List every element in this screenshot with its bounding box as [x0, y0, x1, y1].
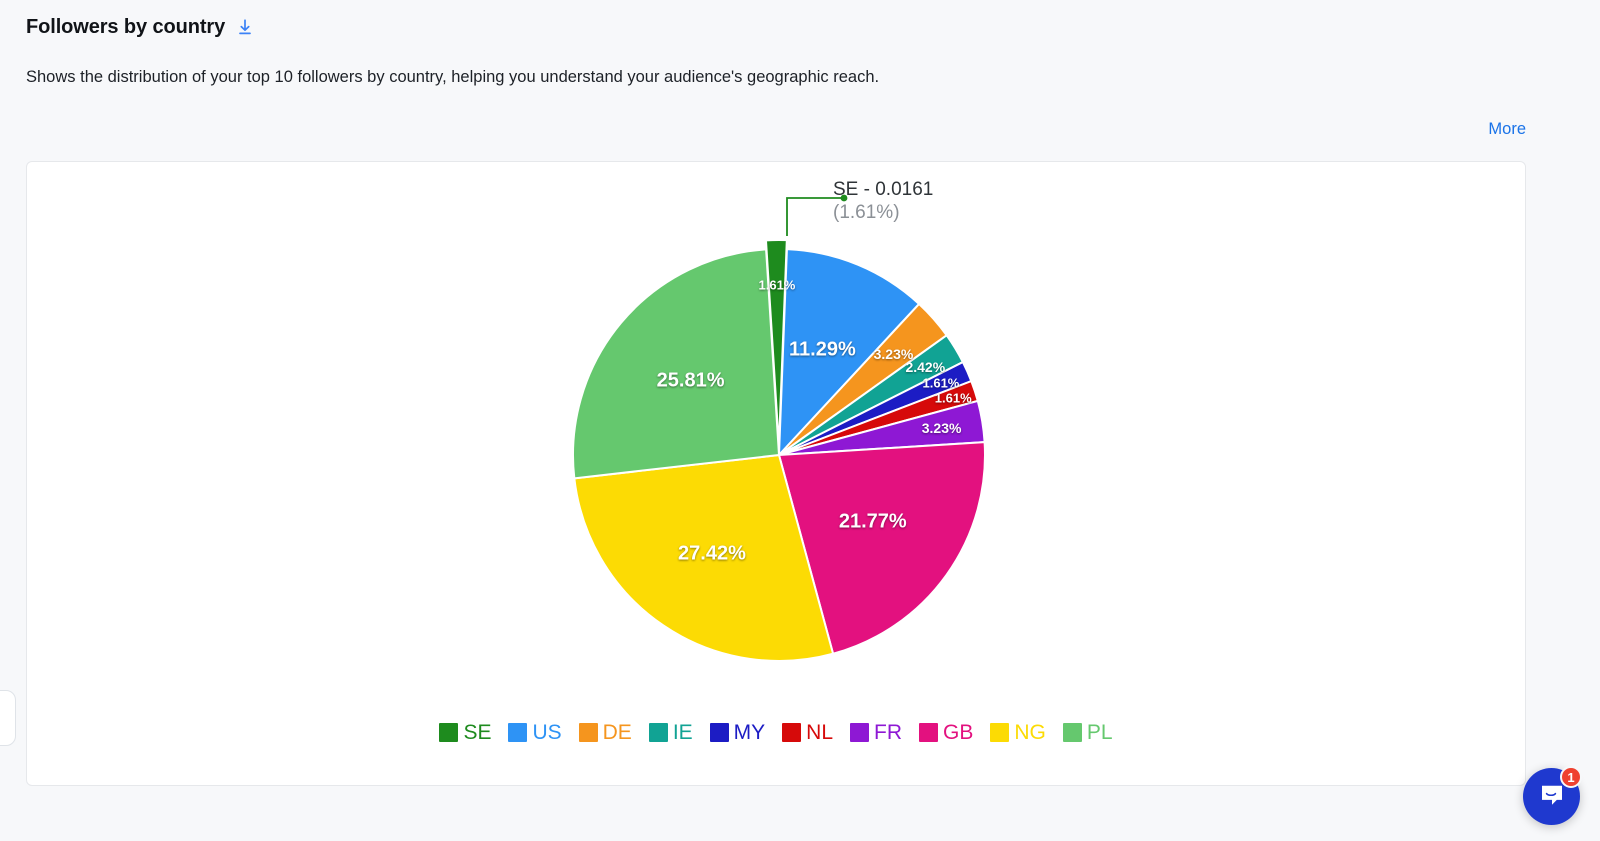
legend-swatch-fr: [850, 723, 870, 742]
legend-swatch-ng: [990, 723, 1010, 742]
legend-label-my: MY: [733, 721, 766, 744]
more-link[interactable]: More: [1488, 120, 1526, 139]
legend-swatch-se: [439, 723, 459, 742]
legend-label-ie: IE: [672, 721, 693, 744]
legend-label-pl: PL: [1086, 721, 1113, 744]
legend-item-de[interactable]: DE: [578, 721, 632, 744]
legend-label-fr: FR: [874, 721, 903, 744]
legend-item-pl[interactable]: PL: [1062, 721, 1113, 744]
legend-label-se: SE: [463, 721, 492, 744]
legend-item-my[interactable]: MY: [709, 721, 766, 744]
analytics-page: Followers by country Shows the distribut…: [0, 0, 1600, 841]
legend-item-ie[interactable]: IE: [648, 721, 693, 744]
legend-label-de: DE: [602, 721, 632, 744]
legend-swatch-nl: [782, 723, 802, 742]
chart-legend[interactable]: SE US DE IE MY NL FR GB NG PL: [27, 722, 1525, 743]
legend-swatch-ie: [648, 723, 668, 742]
pie-slices: [572, 239, 986, 662]
legend-label-us: US: [532, 721, 562, 744]
chart-card: SE - 0.0161 (1.61%) 1.61% 11.29% 3.23% 2.42…: [26, 161, 1526, 786]
legend-item-nl[interactable]: NL: [782, 722, 833, 743]
legend-swatch-gb: [919, 723, 939, 742]
legend-label-nl: NL: [806, 721, 834, 744]
legend-item-us[interactable]: US: [508, 721, 562, 744]
legend-swatch-my: [709, 723, 729, 742]
chat-launcher-button[interactable]: 1: [1523, 766, 1582, 825]
legend-item-ng[interactable]: NG: [990, 722, 1046, 743]
panel-description: Shows the distribution of your top 10 fo…: [26, 68, 880, 86]
panel-header: Followers by country Shows the distribut…: [26, 14, 879, 88]
download-icon[interactable]: [235, 17, 255, 37]
chat-unread-badge: 1: [1560, 766, 1582, 788]
legend-label-gb: GB: [943, 721, 974, 744]
legend-item-se[interactable]: SE: [439, 722, 491, 743]
legend-item-gb[interactable]: GB: [919, 722, 973, 743]
intercom-messenger-icon: [1538, 780, 1566, 813]
legend-item-fr[interactable]: FR: [850, 722, 902, 743]
legend-swatch-de: [578, 723, 598, 742]
callout-anchor-dot: [840, 194, 848, 202]
callout-leader-path: [786, 197, 843, 236]
callout-leader-line: [786, 194, 848, 236]
left-edge-card-peek: [0, 690, 16, 746]
pie-slice-pl[interactable]: [572, 248, 781, 480]
pie-chart[interactable]: SE - 0.0161 (1.61%) 1.61% 11.29% 3.23% 2.42…: [27, 162, 1525, 785]
page-title: Followers by country: [26, 16, 226, 38]
legend-label-ng: NG: [1014, 721, 1046, 744]
pie-chart-svg[interactable]: [27, 162, 1525, 722]
panel-title-row: Followers by country: [26, 14, 879, 40]
legend-swatch-us: [508, 723, 528, 742]
legend-swatch-pl: [1062, 723, 1082, 742]
